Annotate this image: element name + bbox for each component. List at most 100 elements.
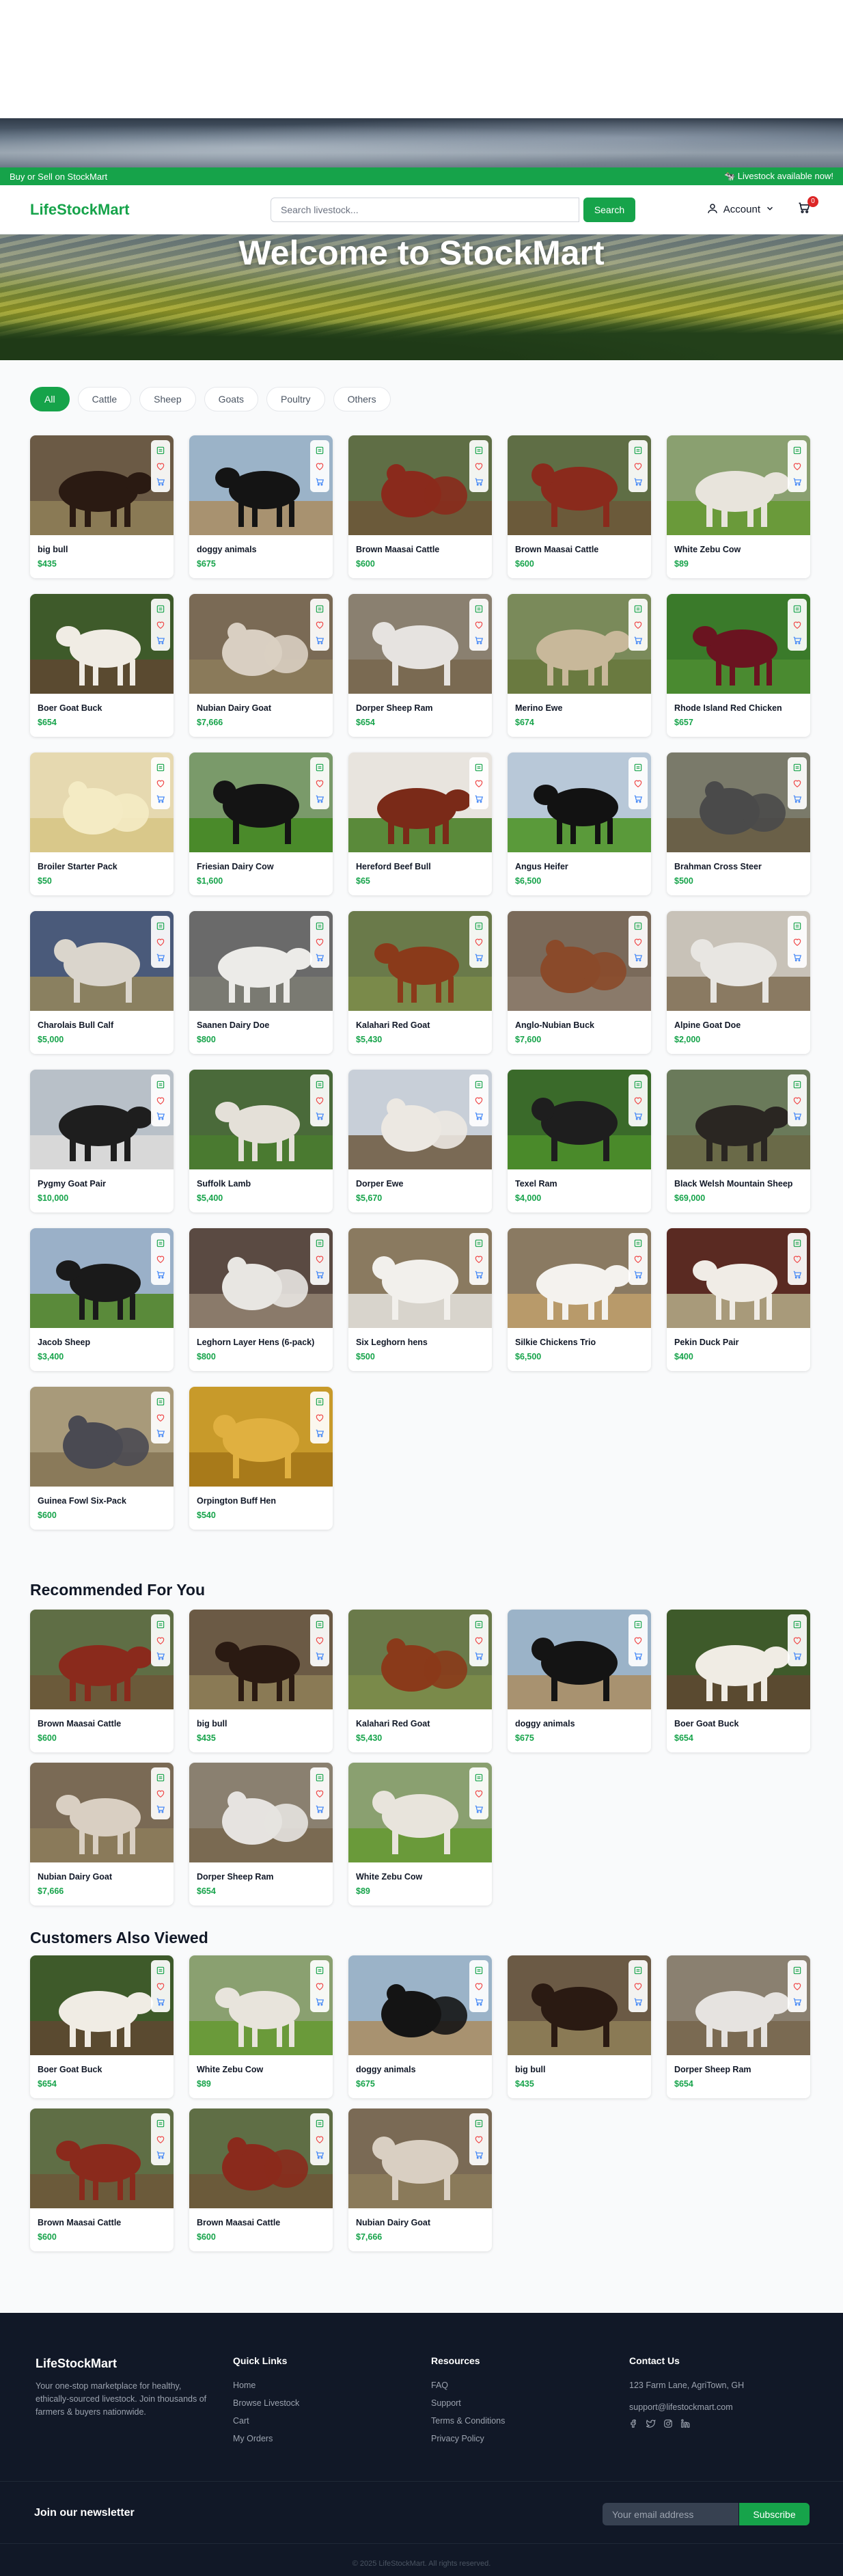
footer-link-terms[interactable]: Terms & Conditions (431, 2412, 505, 2430)
product-card[interactable]: Guinea Fowl Six-Pack $600 (30, 1387, 174, 1530)
compare-icon[interactable] (473, 762, 484, 773)
product-card[interactable]: Alpine Goat Doe $2,000 (667, 911, 810, 1054)
product-card[interactable]: Suffolk Lamb $5,400 (189, 1070, 333, 1212)
filter-others[interactable]: Others (333, 387, 391, 411)
product-name[interactable]: Boer Goat Buck (38, 703, 102, 713)
heart-icon[interactable] (792, 1981, 803, 1992)
compare-icon[interactable] (473, 921, 484, 932)
product-card[interactable]: Dorper Sheep Ram $654 (189, 1763, 333, 1906)
heart-icon[interactable] (314, 778, 325, 789)
product-name[interactable]: Dorper Ewe (356, 1179, 403, 1189)
product-card[interactable]: Kalahari Red Goat $5,430 (348, 911, 492, 1054)
product-name[interactable]: doggy animals (356, 2065, 416, 2074)
heart-icon[interactable] (314, 1095, 325, 1106)
product-name[interactable]: White Zebu Cow (674, 545, 741, 554)
compare-icon[interactable] (155, 1396, 166, 1407)
product-card[interactable]: White Zebu Cow $89 (667, 435, 810, 578)
add-to-cart-icon[interactable] (473, 952, 484, 963)
compare-icon[interactable] (473, 445, 484, 456)
add-to-cart-icon[interactable] (792, 794, 803, 804)
account-menu[interactable]: Account (706, 202, 775, 217)
product-image-wrap[interactable] (348, 1610, 492, 1709)
compare-icon[interactable] (155, 762, 166, 773)
product-image-wrap[interactable] (30, 1763, 174, 1862)
product-image-wrap[interactable] (348, 435, 492, 535)
add-to-cart-icon[interactable] (633, 635, 644, 646)
filter-cattle[interactable]: Cattle (77, 387, 132, 411)
add-to-cart-icon[interactable] (473, 635, 484, 646)
product-card[interactable]: doggy animals $675 (508, 1610, 651, 1752)
product-name[interactable]: Boer Goat Buck (38, 2065, 102, 2074)
add-to-cart-icon[interactable] (314, 476, 325, 487)
add-to-cart-icon[interactable] (314, 1804, 325, 1815)
product-image-wrap[interactable] (189, 1610, 333, 1709)
compare-icon[interactable] (314, 1238, 325, 1249)
add-to-cart-icon[interactable] (155, 952, 166, 963)
newsletter-email-input[interactable]: Your email address (603, 2503, 738, 2525)
product-name[interactable]: Kalahari Red Goat (356, 1719, 430, 1728)
add-to-cart-icon[interactable] (155, 794, 166, 804)
product-image-wrap[interactable] (508, 435, 651, 535)
product-name[interactable]: White Zebu Cow (356, 1872, 422, 1882)
product-image-wrap[interactable] (30, 1955, 174, 2055)
compare-icon[interactable] (314, 1396, 325, 1407)
compare-icon[interactable] (792, 445, 803, 456)
product-card[interactable]: Friesian Dairy Cow $1,600 (189, 753, 333, 895)
product-name[interactable]: Charolais Bull Calf (38, 1020, 113, 1030)
compare-icon[interactable] (792, 1619, 803, 1630)
product-image-wrap[interactable] (667, 753, 810, 852)
compare-icon[interactable] (314, 445, 325, 456)
product-card[interactable]: Rhode Island Red Chicken $657 (667, 594, 810, 737)
heart-icon[interactable] (314, 2134, 325, 2145)
compare-icon[interactable] (314, 762, 325, 773)
heart-icon[interactable] (792, 778, 803, 789)
heart-icon[interactable] (155, 2134, 166, 2145)
add-to-cart-icon[interactable] (633, 1651, 644, 1662)
product-card[interactable]: Dorper Ewe $5,670 (348, 1070, 492, 1212)
add-to-cart-icon[interactable] (792, 1111, 803, 1122)
product-image-wrap[interactable] (189, 1387, 333, 1487)
product-name[interactable]: Angus Heifer (515, 862, 568, 871)
compare-icon[interactable] (792, 1238, 803, 1249)
compare-icon[interactable] (473, 1619, 484, 1630)
product-image-wrap[interactable] (30, 753, 174, 852)
product-name[interactable]: Hereford Beef Bull (356, 862, 431, 871)
compare-icon[interactable] (473, 1965, 484, 1976)
compare-icon[interactable] (314, 1965, 325, 1976)
product-image-wrap[interactable] (30, 1387, 174, 1487)
product-name[interactable]: Pygmy Goat Pair (38, 1179, 106, 1189)
heart-icon[interactable] (792, 936, 803, 947)
product-name[interactable]: Leghorn Layer Hens (6-pack) (197, 1338, 314, 1347)
heart-icon[interactable] (314, 1412, 325, 1423)
product-image-wrap[interactable] (189, 1070, 333, 1169)
add-to-cart-icon[interactable] (314, 952, 325, 963)
instagram-icon[interactable] (663, 2419, 673, 2432)
product-image-wrap[interactable] (508, 1955, 651, 2055)
product-card[interactable]: Orpington Buff Hen $540 (189, 1387, 333, 1530)
heart-icon[interactable] (155, 1635, 166, 1646)
filter-all[interactable]: All (30, 387, 70, 411)
product-card[interactable]: doggy animals $675 (189, 435, 333, 578)
product-image-wrap[interactable] (667, 594, 810, 694)
product-card[interactable]: Brown Maasai Cattle $600 (189, 2109, 333, 2251)
product-image-wrap[interactable] (348, 2109, 492, 2208)
product-image-wrap[interactable] (189, 1228, 333, 1328)
product-name[interactable]: Jacob Sheep (38, 1338, 90, 1347)
product-image-wrap[interactable] (189, 1763, 333, 1862)
contact-email[interactable]: support@lifestockmart.com (629, 2398, 744, 2416)
add-to-cart-icon[interactable] (792, 635, 803, 646)
heart-icon[interactable] (155, 619, 166, 630)
add-to-cart-icon[interactable] (473, 2150, 484, 2160)
product-card[interactable]: Texel Ram $4,000 (508, 1070, 651, 1212)
product-name[interactable]: big bull (197, 1719, 227, 1728)
add-to-cart-icon[interactable] (792, 1269, 803, 1280)
footer-link-faq[interactable]: FAQ (431, 2376, 505, 2394)
add-to-cart-icon[interactable] (314, 1996, 325, 2007)
product-card[interactable]: big bull $435 (189, 1610, 333, 1752)
add-to-cart-icon[interactable] (792, 952, 803, 963)
add-to-cart-icon[interactable] (155, 476, 166, 487)
heart-icon[interactable] (155, 1981, 166, 1992)
product-image-wrap[interactable] (508, 1610, 651, 1709)
product-image-wrap[interactable] (508, 1070, 651, 1169)
product-card[interactable]: Pygmy Goat Pair $10,000 (30, 1070, 174, 1212)
